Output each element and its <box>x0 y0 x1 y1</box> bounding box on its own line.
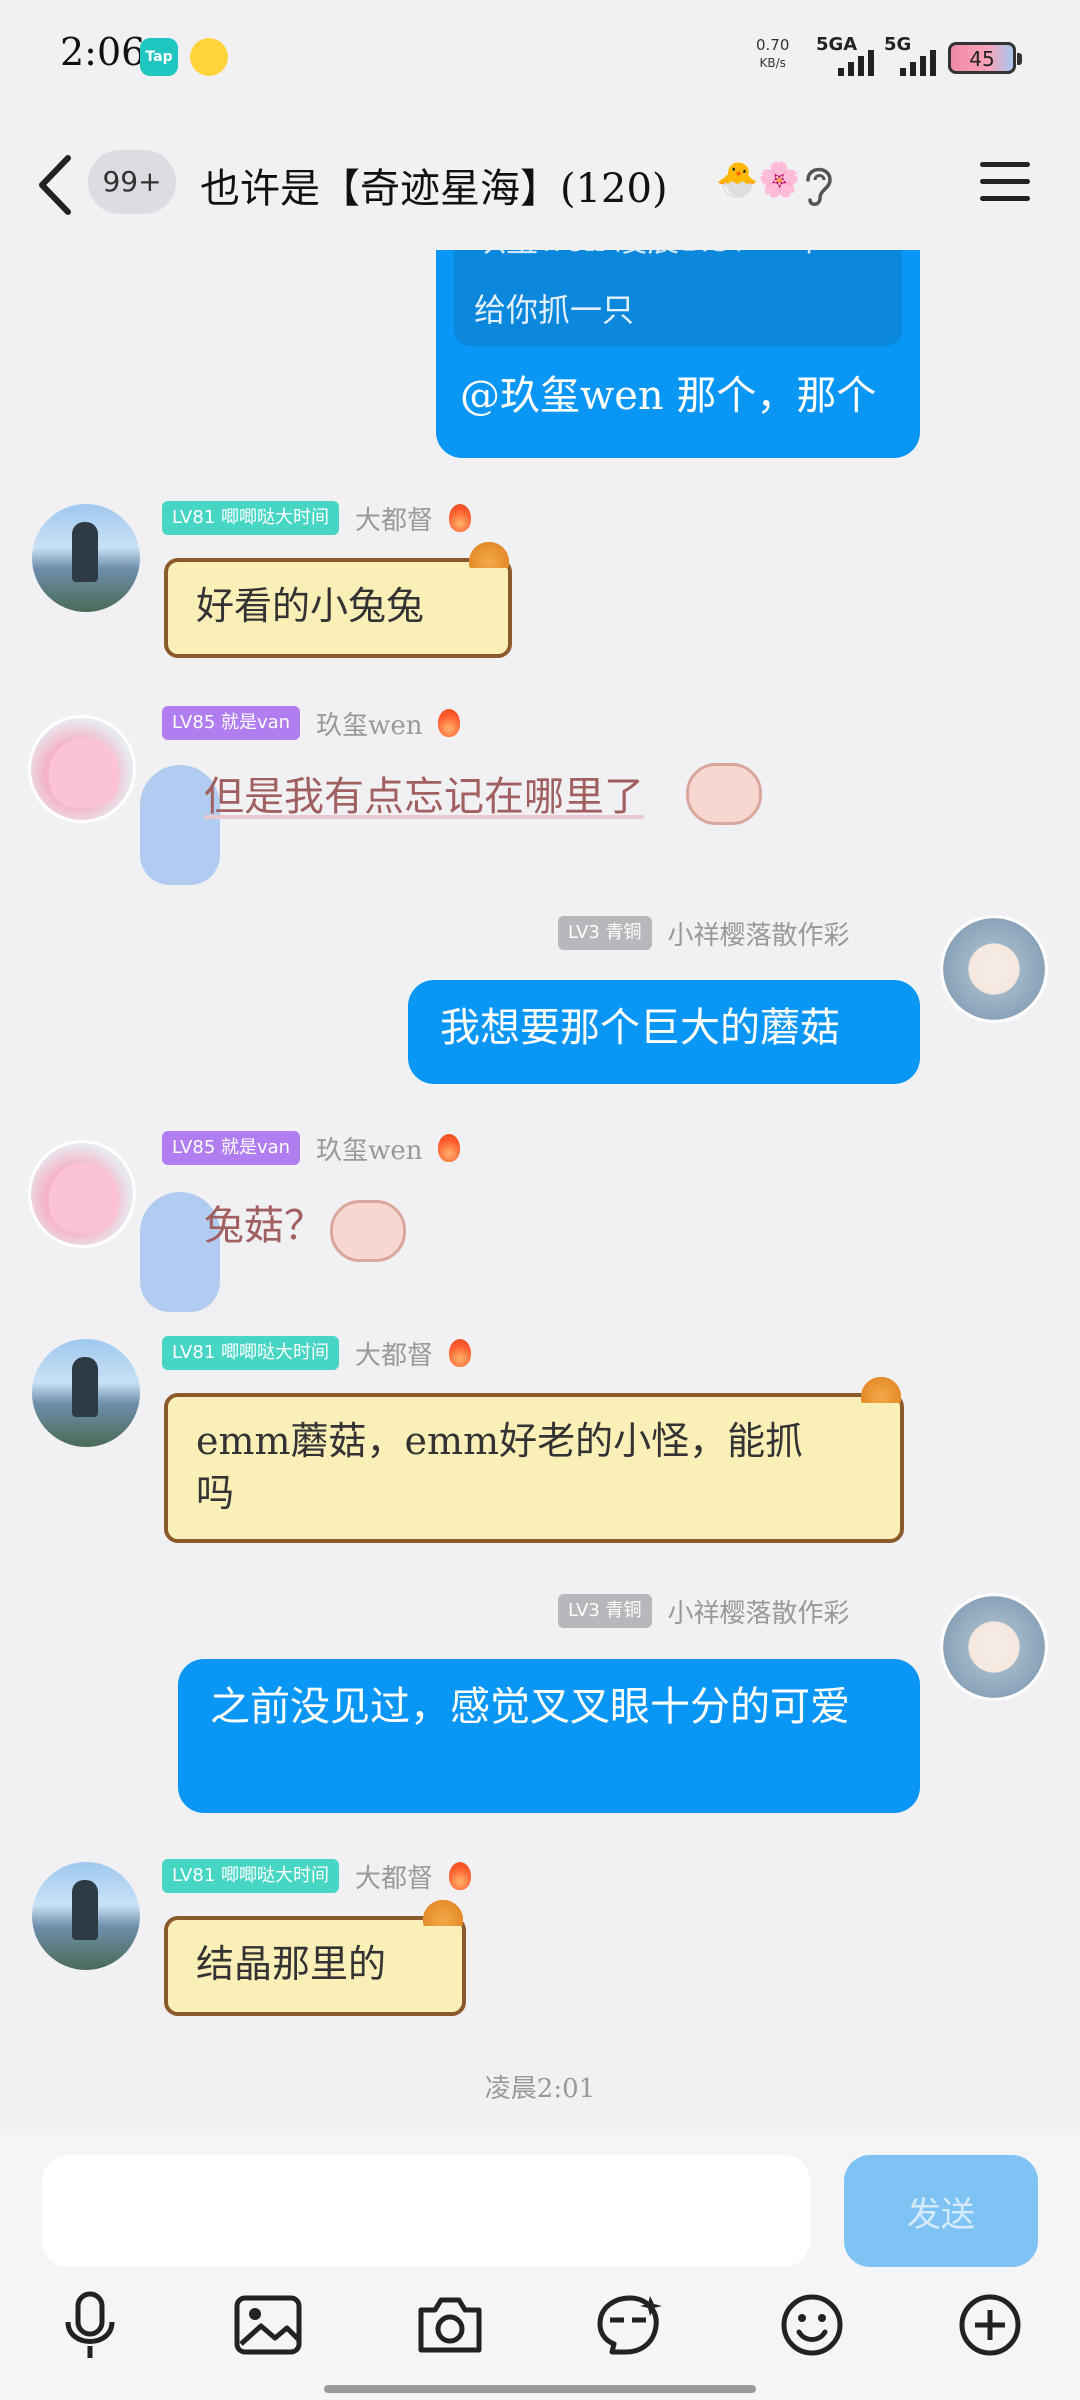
fire-icon <box>438 1134 461 1162</box>
level-badge: LV3 青铜 <box>558 1594 652 1628</box>
message-bubble[interactable]: emm蘑菇，emm好老的小怪，能抓吗 <box>164 1373 904 1543</box>
sender-name[interactable]: 小祥樱落散作彩 <box>668 1593 850 1630</box>
sender-meta: LV3 青铜 小祥樱落散作彩 <box>558 1593 850 1629</box>
quoted-reply[interactable]: 玖玺wen 凌晨1:57 一个 给你抓一只 <box>454 240 902 346</box>
sender-meta: LV81 唧唧哒大时间 大都督 <box>162 500 472 537</box>
fire-icon <box>449 504 472 532</box>
composer-toolbar <box>0 2285 1080 2375</box>
avatar[interactable] <box>32 1862 140 1970</box>
unread-badge[interactable]: 99+ <box>88 150 176 214</box>
sender-meta: LV85 就是van 玖玺wen <box>162 705 461 742</box>
fire-icon <box>449 1339 472 1367</box>
menu-icon[interactable] <box>980 160 1030 204</box>
status-time: 2:06 <box>60 30 146 74</box>
group-mascot-icon: 🐣🌸 <box>716 160 801 200</box>
avatar[interactable] <box>32 504 140 612</box>
sender-meta: LV81 唧唧哒大时间 大都督 <box>162 1858 472 1895</box>
composer: 发送 <box>0 2135 1080 2400</box>
message-timestamp: 凌晨2:01 <box>484 2074 596 2104</box>
sticker-icon[interactable] <box>588 2285 668 2365</box>
sender-name[interactable]: 大都督 <box>355 500 433 537</box>
sender-meta: LV3 青铜 小祥樱落散作彩 <box>558 915 850 951</box>
avatar[interactable] <box>940 915 1048 1023</box>
status-bar: 2:06 Tap 0.70 KB/s 5GA 5G 45 <box>0 0 1080 110</box>
pig-decoration-icon <box>330 1200 406 1262</box>
qq-app-icon <box>190 38 228 76</box>
sender-name[interactable]: 玖玺wen <box>316 1130 422 1167</box>
home-indicator[interactable] <box>324 2385 756 2393</box>
sender-name[interactable]: 小祥樱落散作彩 <box>668 915 850 952</box>
level-badge: LV85 就是van <box>162 1131 301 1165</box>
signal-bars-2-icon <box>900 44 936 76</box>
level-badge: LV81 唧唧哒大时间 <box>162 1859 339 1893</box>
sender-name[interactable]: 大都督 <box>355 1858 433 1895</box>
level-badge: LV3 青铜 <box>558 916 652 950</box>
message-list[interactable]: 玖玺wen 凌晨1:57 一个 给你抓一只 @玖玺wen 那个，那个 LV81 … <box>0 240 1080 2130</box>
fire-icon <box>449 1862 472 1890</box>
plus-icon[interactable] <box>950 2285 1030 2365</box>
level-badge: LV85 就是van <box>162 706 301 740</box>
message-input[interactable] <box>42 2155 810 2267</box>
image-icon[interactable] <box>228 2285 308 2365</box>
avatar[interactable] <box>940 1593 1048 1701</box>
sender-name[interactable]: 玖玺wen <box>316 705 422 742</box>
emoji-icon[interactable] <box>772 2285 852 2365</box>
back-arrow-icon[interactable] <box>32 150 82 220</box>
send-button[interactable]: 发送 <box>844 2155 1038 2267</box>
level-badge: LV81 唧唧哒大时间 <box>162 1336 339 1370</box>
pig-decoration-icon <box>686 763 762 825</box>
chat-header: 99+ 也许是【奇迹星海】(120) 🐣🌸 <box>0 120 1080 250</box>
level-badge: LV81 唧唧哒大时间 <box>162 501 339 535</box>
sender-meta: LV81 唧唧哒大时间 大都督 <box>162 1335 472 1372</box>
battery-icon: 45 <box>948 42 1022 74</box>
ear-icon[interactable] <box>800 162 836 208</box>
camera-icon[interactable] <box>410 2285 490 2365</box>
message-bubble[interactable]: 好看的小兔兔 <box>164 538 512 658</box>
message-bubble[interactable]: 但是我有点忘记在哪里了 <box>204 769 644 825</box>
fire-icon <box>438 709 461 737</box>
avatar[interactable] <box>28 715 136 823</box>
message-bubble[interactable]: 我想要那个巨大的蘑菇 <box>408 980 920 1084</box>
message-bubble[interactable]: 之前没见过，感觉叉叉眼十分的可爱 <box>178 1659 920 1813</box>
avatar[interactable] <box>28 1140 136 1248</box>
message-bubble[interactable]: 兔菇？ <box>204 1198 324 1254</box>
chat-title[interactable]: 也许是【奇迹星海】(120) <box>200 156 668 214</box>
network-speed: 0.70 KB/s <box>756 36 790 70</box>
avatar[interactable] <box>32 1339 140 1447</box>
message-bubble-prev[interactable]: 玖玺wen 凌晨1:57 一个 给你抓一只 @玖玺wen 那个，那个 <box>436 240 920 458</box>
microphone-icon[interactable] <box>50 2285 130 2365</box>
sender-meta: LV85 就是van 玖玺wen <box>162 1130 461 1167</box>
tap-app-icon: Tap <box>140 38 178 76</box>
message-bubble[interactable]: 结晶那里的 <box>164 1896 466 2016</box>
signal-bars-1-icon <box>838 44 874 76</box>
sender-name[interactable]: 大都督 <box>355 1335 433 1372</box>
